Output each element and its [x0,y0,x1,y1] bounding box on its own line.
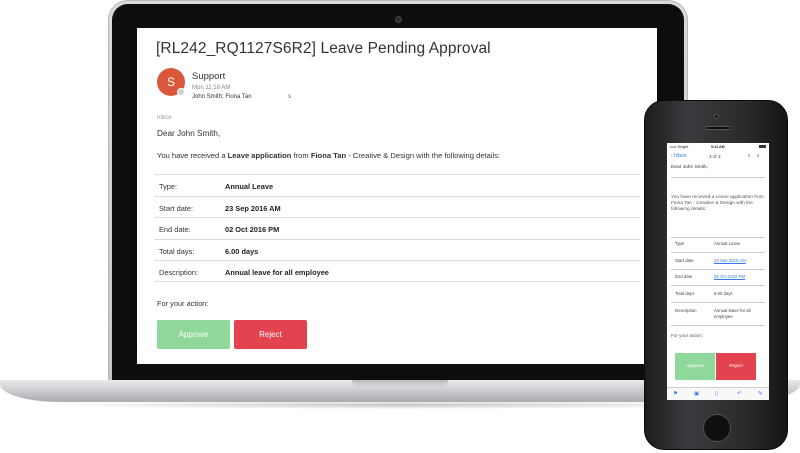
detail-value: 02 Oct 2016 PM [225,225,280,234]
detail-label: Description: [159,268,199,277]
detail-label: Start date [675,258,694,263]
mail-toolbar: ⚑ ▣ ▯ ↶ ✎ [667,387,769,400]
folder-label: Inbox [157,115,172,121]
approve-button[interactable]: Approve [157,320,230,349]
divider [671,269,765,270]
laptop-notch [352,380,448,387]
detail-label: End date [675,274,693,279]
email-subject: [RL242_RQ1127S6R2] Leave Pending Approva… [156,40,491,57]
intro-suffix: - Creative & Design with the following d… [346,151,501,160]
email-intro: You have received a Leave application fr… [157,151,500,160]
sender-name[interactable]: Support [192,71,225,82]
trash-icon[interactable]: ▯ [715,391,718,397]
detail-label: Description [675,308,697,313]
intro-applicant: Fiona Tan [310,151,347,160]
table-row: Type: Annual Leave [154,174,640,196]
compose-icon[interactable]: ✎ [758,391,763,397]
detail-label: Total days: [159,246,195,256]
folder-icon[interactable]: ▣ [694,391,699,397]
divider [671,177,765,178]
table-row: Total days: 6.00 days [154,238,640,261]
table-row: Description: Annual leave for all employ… [154,260,640,282]
detail-value: Annual leave for all employee [225,268,329,277]
back-to-inbox-button[interactable]: ‹ Inbox [671,153,686,159]
reject-button[interactable]: Reject [716,353,756,380]
approve-button[interactable]: Approve [675,353,715,380]
divider [671,285,765,286]
intro-from: from [291,151,311,160]
detail-label: End date: [159,225,191,234]
action-prompt: For your action: [671,333,703,338]
message-nav-arrows[interactable]: ∧ ∨ [747,153,762,159]
reject-button[interactable]: Reject [234,320,307,349]
detail-label: Start date: [159,203,194,213]
message-count: 3 of 3 [709,154,721,159]
divider [671,252,765,253]
detail-label: Type: [159,182,178,191]
detail-value: 6.00 days [714,291,733,296]
earpiece-icon [705,126,731,130]
sent-time: Mon 11:18 AM [192,85,231,91]
table-row: Start date: 23 Sep 2016 AM [154,195,640,218]
recipients-overflow: s [288,94,291,100]
intro-type: Leave application [227,151,292,160]
webcam-icon [395,16,402,23]
detail-value: 6.00 days [225,246,259,256]
detail-label: Total days [675,291,695,296]
home-button[interactable] [703,414,731,442]
phone-body-text: You have received a Leave application fr… [671,195,764,213]
divider [671,302,765,303]
action-prompt: For your action: [157,299,209,308]
carrier-status: ••••• Singtel [670,145,689,149]
date-link[interactable]: 02 Oct 2016 PM [714,274,762,280]
phone-greeting: Dear John Smith, [671,165,709,170]
intro-prefix: You have received a [157,151,228,160]
table-row: End date: 02 Oct 2016 PM [154,217,640,239]
flag-icon[interactable]: ⚑ [673,391,678,397]
status-time: 9:41 AM [711,145,725,149]
leave-details-table: Type: Annual Leave Start date: 23 Sep 20… [154,174,640,282]
detail-value: 23 Sep 2016 AM [225,203,281,213]
front-camera-icon [714,114,719,119]
divider [671,237,765,238]
detail-value: Annual leave for all employee [714,308,751,319]
detail-label: Type [675,241,685,246]
email-greeting: Dear John Smith, [157,129,221,138]
detail-value: Annual Leave [714,241,741,246]
reply-icon[interactable]: ↶ [737,391,742,397]
presence-status-icon [177,88,185,96]
date-link[interactable]: 23 Sep 2016 AM [714,258,762,264]
detail-value: Annual Leave [225,182,274,191]
phone-mail-screen: ••••• Singtel 9:41 AM ‹ Inbox 3 of 3 ∧ ∨… [667,143,769,400]
divider [671,325,765,326]
email-reading-pane: [RL242_RQ1127S6R2] Leave Pending Approva… [137,28,657,364]
battery-icon [759,145,766,148]
recipients-list[interactable]: John Smith; Fiona Tan [192,94,252,100]
